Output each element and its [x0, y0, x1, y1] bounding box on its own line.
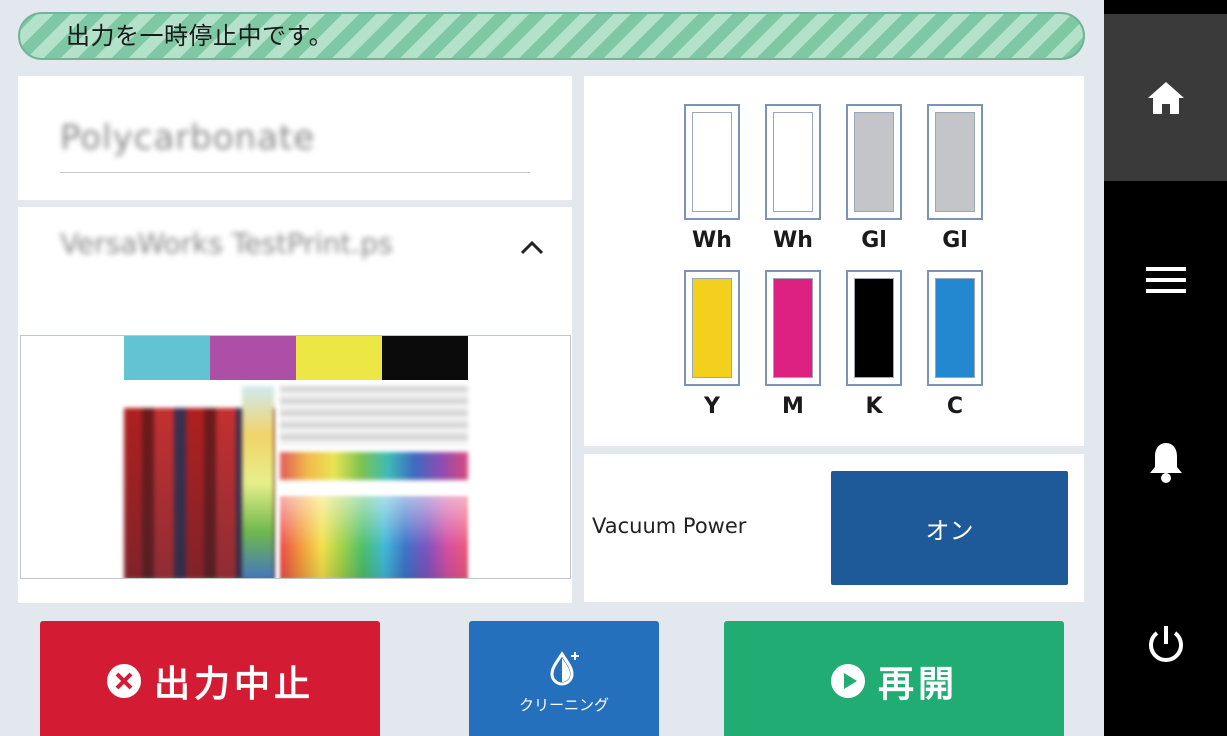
ink-level: [692, 112, 732, 212]
ink-label: C: [946, 394, 964, 419]
power-icon: [1148, 625, 1183, 662]
preview-strip: [242, 386, 274, 578]
ink-slot-wh-2: [765, 104, 821, 220]
job-name: VersaWorks TestPrint.ps: [60, 227, 393, 260]
sidebar-item-power[interactable]: [1104, 560, 1227, 727]
stop-output-label: 出力中止: [153, 664, 314, 705]
sidebar-item-menu[interactable]: [1104, 196, 1227, 363]
preview-bar-yellow: [296, 336, 382, 380]
print-preview: [20, 335, 571, 579]
resume-button[interactable]: 再開: [724, 621, 1064, 736]
sidebar: [1104, 0, 1227, 736]
preview-bar-black: [382, 336, 468, 380]
ink-label: Gl: [861, 228, 887, 253]
ink-level: [854, 112, 894, 212]
ink-slot-c: [927, 270, 983, 386]
collapse-chevron-up-icon[interactable]: [518, 235, 546, 259]
ink-level: [854, 278, 894, 378]
menu-icon: [1145, 266, 1186, 293]
home-icon: [1147, 81, 1184, 114]
preview-bar-magenta: [210, 336, 296, 380]
resume-label: 再開: [877, 664, 958, 705]
preview-image: [124, 336, 468, 578]
vacuum-power-toggle[interactable]: オン: [831, 471, 1068, 585]
ink-status-panel: Wh Wh Gl Gl Y M K C: [584, 76, 1084, 446]
ink-slot-k: [846, 270, 902, 386]
ink-slot-gl-2: [927, 104, 983, 220]
ink-label: Wh: [773, 228, 813, 253]
ink-level: [773, 112, 813, 212]
preview-color-chart: [280, 496, 468, 578]
ink-slot-gl-1: [846, 104, 902, 220]
cleaning-label: クリーニング: [518, 695, 609, 714]
vacuum-power-label: Vacuum Power: [592, 514, 747, 538]
ink-label: Gl: [942, 228, 968, 253]
preview-color-bars: [124, 336, 468, 380]
media-name: Polycarbonate: [60, 118, 316, 158]
job-card: VersaWorks TestPrint.ps: [18, 207, 572, 603]
status-banner: 出力を一時停止中です。: [18, 12, 1085, 60]
preview-bar-cyan: [124, 336, 210, 380]
ink-level: [935, 112, 975, 212]
ink-slot-wh-1: [684, 104, 740, 220]
media-underline: [60, 172, 530, 173]
bell-icon: [1149, 442, 1182, 483]
play-circle-icon: [830, 664, 865, 698]
ink-level: [935, 278, 975, 378]
ink-label: Wh: [692, 228, 732, 253]
ink-label: Y: [704, 394, 720, 419]
preview-color-ramp: [280, 452, 468, 480]
preview-gray-patches: [280, 386, 468, 446]
cancel-circle-icon: [106, 664, 141, 698]
sidebar-item-home[interactable]: [1104, 14, 1227, 181]
ink-slot-y: [684, 270, 740, 386]
ink-level: [773, 278, 813, 378]
media-card: Polycarbonate: [18, 76, 572, 200]
status-message: 出力を一時停止中です。: [66, 22, 334, 50]
ink-label: M: [782, 394, 804, 419]
stop-output-button[interactable]: 出力中止: [40, 621, 380, 736]
sidebar-item-notifications[interactable]: [1104, 378, 1227, 545]
ink-label: K: [865, 394, 883, 419]
ink-level: [692, 278, 732, 378]
cleaning-drop-icon: [550, 650, 579, 685]
ink-slot-m: [765, 270, 821, 386]
cleaning-button[interactable]: クリーニング: [469, 621, 659, 736]
vacuum-panel: Vacuum Power オン: [584, 454, 1084, 602]
